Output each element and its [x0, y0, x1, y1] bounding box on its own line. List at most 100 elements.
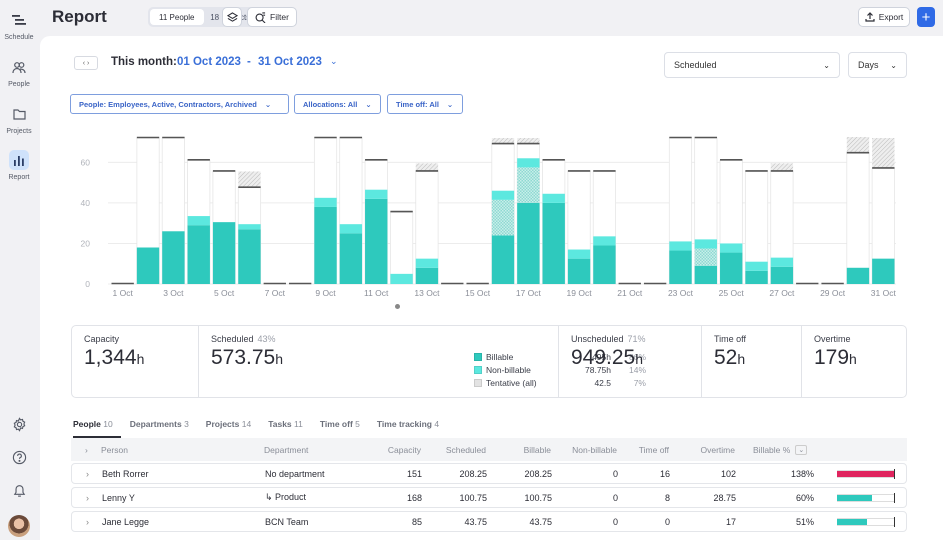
stat-label: Overtime [814, 334, 851, 344]
col-scheduled[interactable]: Scheduled [431, 438, 486, 461]
sidebar-item-label: Projects [6, 128, 32, 135]
non-billable-bar [745, 261, 768, 271]
person-name: Beth Rorrer [102, 468, 149, 479]
capacity: 168 [406, 492, 422, 503]
filter-button[interactable]: Filter [247, 7, 297, 27]
unit-select-value: Days [858, 60, 879, 70]
sidebar: Schedule People Projects Report [0, 0, 40, 540]
billable-bar [212, 222, 236, 284]
bell-icon[interactable] [9, 480, 29, 500]
y-tick-label: 0 [85, 279, 90, 289]
page-title: Report [52, 7, 107, 26]
date-range-chevron-icon[interactable]: ⌄ [330, 56, 338, 67]
non-billable: 0 [612, 468, 618, 479]
expand-row-icon[interactable]: › [86, 512, 89, 531]
expand-row-icon[interactable]: › [86, 464, 89, 483]
tab-label: Projects [205, 419, 240, 429]
billable-bar [567, 258, 591, 284]
tab-people[interactable]: People 10 [73, 419, 121, 438]
export-button[interactable]: Export [858, 7, 910, 27]
tab-time-off[interactable]: Time off 5 [320, 419, 368, 438]
tab-time-tracking[interactable]: Time tracking 4 [377, 419, 447, 438]
metric-select-value: Scheduled [674, 60, 717, 70]
gear-icon[interactable] [9, 414, 29, 434]
period-nav-buttons[interactable]: ‹ › [74, 56, 98, 70]
tab-projects[interactable]: Projects 14 [206, 419, 259, 438]
chart-page-indicator[interactable] [395, 304, 400, 309]
metric-select[interactable]: Scheduled ⌄ [664, 52, 840, 78]
report-panel: ‹ › This month: 01 Oct 2023 - 31 Oct 202… [40, 36, 943, 540]
scheduled: 43.75 [464, 516, 487, 527]
department: BCN Team [265, 516, 309, 527]
report-tabs: People 10 Departments 3 Projects 14 Task… [73, 419, 456, 438]
tab-label: Departments [129, 419, 182, 429]
sidebar-item-report[interactable]: Report [0, 150, 38, 181]
col-time-off[interactable]: Time off [627, 438, 669, 461]
non-billable-bar [365, 189, 388, 199]
time-off-bar [872, 138, 895, 169]
expand-row-icon[interactable]: › [86, 488, 89, 507]
target-tick [893, 469, 896, 479]
avatar[interactable] [8, 515, 30, 537]
tab-tasks[interactable]: Tasks 11 [268, 419, 311, 438]
sidebar-item-schedule[interactable]: Schedule [0, 10, 38, 41]
target-tick [893, 517, 896, 527]
allocations-filter-label: Allocations: All [303, 99, 358, 109]
toggle-people[interactable]: 11 People [150, 9, 204, 25]
non-billable-bar [593, 236, 616, 246]
help-icon[interactable] [9, 447, 29, 467]
legend-name: Billable [486, 351, 514, 362]
bar-chart-icon [9, 150, 29, 170]
col-billable[interactable]: Billable [501, 438, 551, 461]
timeoff-filter[interactable]: Time off: All ⌄ [387, 94, 463, 114]
stat-label: Capacity [84, 334, 120, 344]
people-filter[interactable]: People: Employees, Active, Contractors, … [70, 94, 289, 114]
y-tick-label: 40 [81, 198, 91, 208]
col-person[interactable]: Person [101, 438, 128, 461]
allocations-filter[interactable]: Allocations: All ⌄ [294, 94, 381, 114]
capacity-bar [390, 211, 414, 285]
scheduled: 208.25 [459, 468, 487, 479]
sidebar-item-people[interactable]: People [0, 57, 38, 88]
schedule-icon [9, 10, 29, 30]
timeoff-filter-label: Time off: All [396, 99, 439, 109]
table-row[interactable]: › Jane Legge BCN Team 85 43.75 43.75 0 0 17 51% [71, 511, 907, 532]
stat-overtime: Overtime 179h [802, 326, 907, 397]
billable-bar [593, 245, 616, 284]
billable-pct: 60% [795, 492, 814, 503]
tab-count: 3 [184, 419, 189, 429]
expand-all-icon[interactable]: › [85, 438, 88, 461]
sidebar-item-projects[interactable]: Projects [0, 104, 38, 135]
date-from[interactable]: 01 Oct 2023 [177, 56, 241, 68]
stat-value: 573.75 [211, 346, 276, 369]
stat-pct: 43% [257, 334, 276, 344]
time-off: 0 [664, 516, 670, 527]
col-capacity[interactable]: Capacity [371, 438, 421, 461]
date-to[interactable]: 31 Oct 2023 [258, 56, 322, 68]
tab-count: 5 [355, 419, 360, 429]
col-overtime[interactable]: Overtime [681, 438, 735, 461]
col-department[interactable]: Department [264, 438, 308, 461]
billable-bar [238, 229, 261, 284]
department: ↳ Product [265, 492, 307, 502]
x-tick-label: 25 Oct [719, 288, 745, 298]
tentative-bar [694, 248, 718, 266]
non-billable-bar [694, 239, 718, 249]
billable-pct-bar [837, 469, 896, 479]
tab-departments[interactable]: Departments 3 [130, 419, 197, 438]
billable-bar [669, 250, 692, 284]
table-row[interactable]: › Lenny Y ↳ Product 168 100.75 100.75 0 8 28.75 6… [71, 487, 907, 508]
col-non-billable[interactable]: Non-billable [557, 438, 617, 461]
target-tick [893, 493, 896, 503]
table-row[interactable]: › Beth Rorrer No department 151 208.25 208.25… [71, 463, 907, 484]
tab-label: Time off [319, 419, 353, 429]
billable-bar [517, 202, 540, 284]
stat-unit: h [635, 351, 644, 367]
billable-pct: 51% [795, 516, 814, 527]
sort-dropdown-icon[interactable]: ⌄ [795, 444, 808, 455]
unit-select[interactable]: Days ⌄ [848, 52, 907, 78]
layers-button[interactable] [222, 7, 242, 27]
col-billable-pct[interactable]: Billable % ⌄ [753, 438, 808, 461]
add-button[interactable]: + [917, 7, 935, 27]
stat-time-off: Time off 52h [702, 326, 802, 397]
